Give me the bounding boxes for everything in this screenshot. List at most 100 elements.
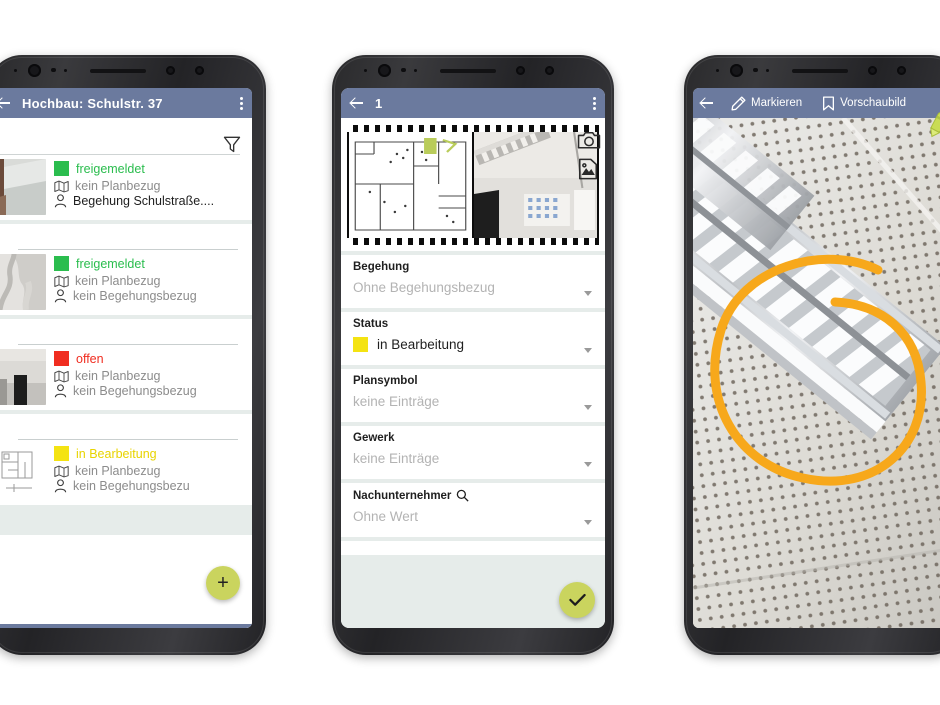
status-row: in Bearbeitung	[54, 446, 252, 461]
phone2-screen: 1 Begehung Ohne Begehungsbezug Status in…	[341, 88, 605, 628]
phone1-appbar: Hochbau: Schulstr. 37	[0, 88, 252, 118]
markieren-button[interactable]: Markieren	[731, 95, 803, 111]
plan-reference-text: kein Planbezug	[75, 464, 161, 478]
add-documentation-fab[interactable]: +	[206, 566, 240, 600]
filmstrip-frame-floorplan[interactable]	[349, 132, 472, 238]
field-value: Ohne Wert	[353, 509, 419, 524]
search-filter-row[interactable]: !	[0, 118, 252, 154]
field-gewerk[interactable]: Gewerk keine Einträge	[341, 426, 605, 479]
field-label-row: Nachunternehmer	[353, 489, 593, 502]
field-label: Plansymbol	[353, 375, 418, 387]
list-item[interactable]: freigemeldet kein Planbezug	[0, 250, 252, 315]
walk-reference-row: kein Begehungsbezu	[54, 479, 252, 493]
walk-reference-text: kein Begehungsbezug	[73, 384, 197, 398]
arrow-back-icon[interactable]	[699, 95, 715, 111]
thumbnail-image[interactable]	[0, 349, 46, 405]
list-item[interactable]: freigemeldet kein Planbezug	[0, 155, 252, 220]
bookmark-icon	[823, 95, 835, 111]
phone-device-1: Hochbau: Schulstr. 37 !	[0, 55, 266, 655]
thumbnail-image[interactable]	[0, 159, 46, 215]
phone2-appbar: 1	[341, 88, 605, 118]
status-swatch	[54, 256, 69, 271]
thumbnail-image[interactable]	[0, 444, 46, 500]
list-item-title-truncated: 1	[0, 414, 252, 439]
chevron-down-icon[interactable]	[584, 520, 592, 525]
thumbnail-image[interactable]	[0, 254, 46, 310]
list-bottom-spacer	[0, 505, 252, 535]
phone-device-2: 1 Begehung Ohne Begehungsbezug Status in…	[332, 55, 614, 655]
status-badge: freigemeldet	[76, 256, 145, 271]
person-icon	[54, 194, 67, 208]
chevron-down-icon[interactable]	[584, 348, 592, 353]
list-item[interactable]: offen kein Planbezug kein Begehungsbezug	[0, 345, 252, 410]
plan-reference-text: kein Planbezug	[75, 369, 161, 383]
overflow-menu-icon[interactable]	[240, 96, 244, 110]
list-item-title-truncated: 2	[0, 319, 252, 344]
field-value: keine Einträge	[353, 394, 440, 409]
bottom-navigation[interactable]: Dokumentationen Bautagebuch	[0, 624, 252, 628]
walk-reference-text: kein Begehungsbezug	[73, 289, 197, 303]
status-badge: freigemeldet	[76, 161, 145, 176]
save-documentation-fab[interactable]	[559, 582, 595, 618]
plan-reference-row: kein Planbezug	[54, 179, 252, 193]
walk-reference-text: kein Begehungsbezu	[73, 479, 190, 493]
phone-device-3: Markieren Vorschaubild	[684, 55, 940, 655]
person-icon	[54, 384, 67, 398]
list-item-meta: freigemeldet kein Planbezug	[54, 159, 252, 215]
field-partial-next	[341, 541, 605, 555]
check-icon	[568, 593, 586, 606]
person-icon	[54, 479, 67, 493]
media-filmstrip[interactable]	[341, 118, 605, 251]
field-status[interactable]: Status in Bearbeitung	[341, 312, 605, 365]
field-label: Gewerk	[353, 432, 395, 444]
media-tools[interactable]	[577, 130, 601, 180]
vorschaubild-button[interactable]: Vorschaubild	[822, 95, 906, 111]
status-swatch	[54, 446, 69, 461]
list-item-meta: freigemeldet kein Planbezug	[54, 254, 252, 310]
overflow-menu-icon[interactable]	[593, 96, 597, 110]
page-title: 1	[375, 95, 383, 111]
field-plansymbol[interactable]: Plansymbol keine Einträge	[341, 369, 605, 422]
walk-reference-row: kein Begehungsbezug	[54, 384, 252, 398]
map-icon	[54, 275, 69, 287]
field-value: keine Einträge	[353, 451, 440, 466]
status-badge: in Bearbeitung	[76, 446, 157, 461]
camera-icon[interactable]	[577, 130, 601, 150]
film-perforation-bottom	[347, 238, 599, 245]
list-item-meta: offen kein Planbezug kein Begehungsbezug	[54, 349, 252, 405]
page-title: Hochbau: Schulstr. 37	[22, 95, 163, 111]
status-row: offen	[54, 351, 252, 366]
person-icon	[54, 289, 67, 303]
vorschaubild-button-label: Vorschaubild	[840, 97, 906, 109]
search-icon[interactable]	[456, 489, 470, 502]
phone3-screen: Markieren Vorschaubild	[693, 88, 940, 628]
ceiling-lamp-photo[interactable]	[693, 118, 940, 628]
chevron-down-icon[interactable]	[584, 291, 592, 296]
chevron-down-icon[interactable]	[584, 405, 592, 410]
field-begehung[interactable]: Begehung Ohne Begehungsbezug	[341, 255, 605, 308]
film-perforation-top	[347, 125, 599, 132]
status-badge: offen	[76, 351, 104, 366]
phone3-appbar: Markieren Vorschaubild	[693, 88, 940, 118]
chevron-down-icon[interactable]	[584, 462, 592, 467]
image-file-icon[interactable]	[577, 158, 599, 180]
field-nachunternehmer[interactable]: Nachunternehmer Ohne Wert	[341, 483, 605, 537]
field-label: Status	[353, 318, 389, 330]
list-item-title-truncated: 3	[0, 224, 252, 249]
plan-reference-row: kein Planbezug	[54, 369, 252, 383]
markieren-button-label: Markieren	[751, 97, 803, 109]
highlighter-pen-icon[interactable]	[927, 110, 940, 140]
map-icon	[54, 370, 69, 382]
field-label: Nachunternehmer	[353, 489, 452, 502]
filter-funnel-icon[interactable]	[222, 134, 242, 154]
documentation-form[interactable]: Begehung Ohne Begehungsbezug Status in B…	[341, 118, 605, 628]
filmstrip-reel[interactable]	[347, 125, 599, 245]
field-value: in Bearbeitung	[377, 337, 465, 352]
plan-reference-text: kein Planbezug	[75, 179, 161, 193]
list-item[interactable]: in Bearbeitung kein Planbezug kein Begeh…	[0, 440, 252, 505]
documentation-list[interactable]: !	[0, 118, 252, 628]
arrow-back-icon[interactable]	[349, 95, 365, 111]
arrow-back-icon[interactable]	[0, 95, 12, 111]
map-icon	[54, 465, 69, 477]
list-item-meta: in Bearbeitung kein Planbezug kein Begeh…	[54, 444, 252, 500]
